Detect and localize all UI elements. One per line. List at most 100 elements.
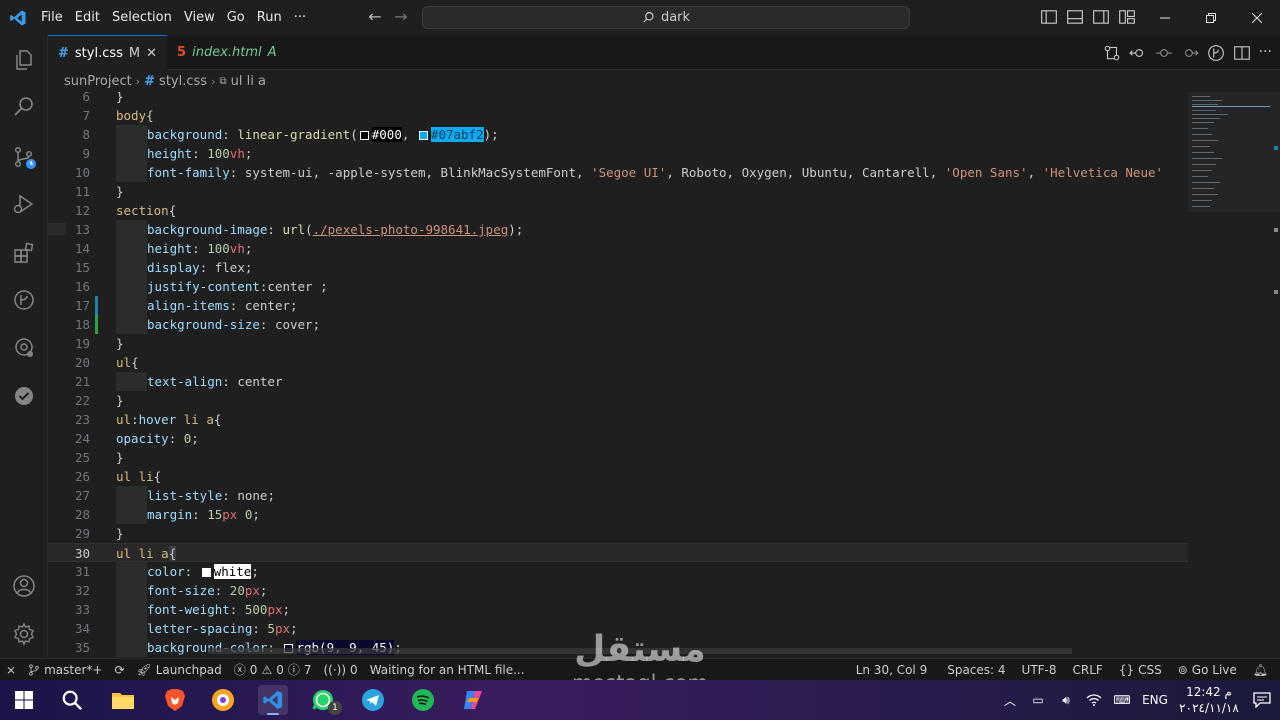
code-line-27[interactable]: 27 list-style: none; bbox=[48, 486, 1188, 505]
timeline-back-icon[interactable] bbox=[1128, 44, 1147, 62]
code-line-13[interactable]: 13 background-image: url(./pexels-photo-9… bbox=[48, 220, 1188, 239]
code-line-23[interactable]: 23 ul:hover li a{ bbox=[48, 410, 1188, 429]
arrow-right-icon[interactable]: → bbox=[391, 8, 411, 28]
code-line-7[interactable]: 7 body{ bbox=[48, 106, 1188, 125]
wifi-icon[interactable] bbox=[1080, 680, 1108, 720]
toggle-panel-icon[interactable] bbox=[1066, 8, 1084, 26]
keyboard-icon[interactable]: ⌨ bbox=[1108, 680, 1136, 720]
extensions-icon[interactable] bbox=[12, 241, 36, 265]
code-line-10[interactable]: 10 font-family: system-ui, -apple-system,… bbox=[48, 163, 1188, 182]
toggle-primary-sidebar-icon[interactable] bbox=[1040, 8, 1058, 26]
remote-indicator[interactable]: ⨯ bbox=[0, 663, 22, 677]
git-lens-icon[interactable] bbox=[1207, 44, 1225, 62]
menu-run[interactable]: Run bbox=[251, 0, 288, 35]
code-line-15[interactable]: 15 display: flex; bbox=[48, 258, 1188, 277]
timeline-forward-icon[interactable] bbox=[1181, 44, 1199, 62]
brave-app[interactable] bbox=[160, 685, 190, 715]
explorer-icon[interactable] bbox=[12, 48, 36, 72]
code-line-29[interactable]: 29} bbox=[48, 524, 1188, 543]
menu-selection[interactable]: Selection bbox=[106, 0, 178, 35]
code-line-25[interactable]: 25} bbox=[48, 448, 1188, 467]
minimap-slider[interactable] bbox=[1188, 92, 1280, 212]
remote-explorer-icon[interactable] bbox=[12, 336, 36, 360]
encoding[interactable]: UTF-8 bbox=[1016, 663, 1063, 677]
battery-icon[interactable]: ▭ bbox=[1024, 680, 1052, 720]
code-line-9[interactable]: 9 height: 100vh; bbox=[48, 144, 1188, 163]
code-line-24[interactable]: 24 opacity: 0; bbox=[48, 429, 1188, 448]
tab-index-html[interactable]: 5 index.html A bbox=[167, 35, 287, 70]
clock[interactable]: 12:42 م ٢٠٢٤/١١/١٨ bbox=[1174, 684, 1244, 716]
code-line-26[interactable]: 26 ul li{ bbox=[48, 467, 1188, 486]
code-line-20[interactable]: 20 ul{ bbox=[48, 353, 1188, 372]
close-window-button[interactable] bbox=[1234, 0, 1280, 35]
cursor-position[interactable]: Ln 30, Col 9 bbox=[850, 663, 934, 677]
git-graph-icon[interactable] bbox=[12, 288, 36, 312]
code-editor[interactable]: 6} 7 body{ 8 background: linear-gradient(#… bbox=[48, 92, 1188, 658]
split-editor-icon[interactable] bbox=[1233, 44, 1251, 62]
customize-layout-icon[interactable] bbox=[1118, 8, 1136, 26]
color-swatch[interactable] bbox=[201, 568, 211, 577]
code-line-22[interactable]: 22} bbox=[48, 391, 1188, 410]
menu-go[interactable]: Go bbox=[221, 0, 251, 35]
code-line-11[interactable]: 11} bbox=[48, 182, 1188, 201]
branch-indicator[interactable]: master*+ bbox=[22, 663, 108, 677]
vscode-app[interactable] bbox=[258, 685, 288, 715]
search-button[interactable] bbox=[57, 685, 87, 715]
code-line-16[interactable]: 16 justify-content:center ; bbox=[48, 277, 1188, 296]
speaker-icon[interactable]: 🔊︎ bbox=[1052, 680, 1080, 720]
breadcrumb-folder[interactable]: sunProject bbox=[64, 74, 132, 89]
breadcrumb-file[interactable]: styl.css bbox=[159, 74, 207, 89]
code-line-8[interactable]: 8 background: linear-gradient(#000, #07ab… bbox=[48, 125, 1188, 144]
menu-view[interactable]: View bbox=[178, 0, 221, 35]
more-actions-icon[interactable]: ··· bbox=[1259, 44, 1272, 62]
sync-button[interactable]: ⟳ bbox=[108, 663, 130, 677]
tab-styl-css[interactable]: # styl.css M ✕ bbox=[48, 35, 168, 70]
notification-center-icon[interactable] bbox=[1244, 680, 1280, 720]
command-center-search[interactable]: dark bbox=[422, 6, 910, 29]
url-link[interactable]: ./pexels-photo-998641.jpeg bbox=[313, 222, 509, 237]
file-explorer-app[interactable] bbox=[108, 685, 138, 715]
go-live-button[interactable]: ⊚ Go Live bbox=[1172, 663, 1243, 677]
problems-indicator[interactable]: ⓧ 0 ⚠ 0 ⓘ 7 bbox=[228, 661, 318, 678]
telegram-app[interactable] bbox=[358, 685, 388, 715]
settings-gear-icon[interactable] bbox=[12, 622, 36, 646]
code-line-17[interactable]: 17 align-items: center; bbox=[48, 296, 1188, 315]
whatsapp-app[interactable]: 1 bbox=[308, 685, 342, 715]
breadcrumb-symbol[interactable]: ul li a bbox=[231, 74, 266, 89]
code-line-19[interactable]: 19} bbox=[48, 334, 1188, 353]
code-line-28[interactable]: 28 margin: 15px 0; bbox=[48, 505, 1188, 524]
code-line-31[interactable]: 31 color: white; bbox=[48, 562, 1188, 581]
color-swatch[interactable] bbox=[359, 131, 369, 140]
input-language[interactable]: ENG bbox=[1136, 680, 1174, 720]
arrow-left-icon[interactable]: ← bbox=[365, 8, 385, 28]
close-icon[interactable]: ✕ bbox=[146, 46, 157, 61]
search-icon[interactable] bbox=[12, 95, 36, 119]
horizontal-scrollbar[interactable] bbox=[208, 648, 1072, 654]
color-swatch[interactable] bbox=[418, 131, 428, 140]
menu-file[interactable]: File bbox=[35, 0, 69, 35]
menu-more[interactable]: ··· bbox=[288, 0, 312, 35]
restore-button[interactable] bbox=[1188, 0, 1234, 35]
spotify-app[interactable] bbox=[408, 685, 438, 715]
code-line-34[interactable]: 34 letter-spacing: 5px; bbox=[48, 619, 1188, 638]
notifications-button[interactable]: 🔔︎ bbox=[1247, 663, 1274, 677]
testing-check-icon[interactable] bbox=[12, 384, 36, 408]
menu-edit[interactable]: Edit bbox=[69, 0, 106, 35]
indentation[interactable]: Spaces: 4 bbox=[941, 663, 1011, 677]
code-line-14[interactable]: 14 height: 100vh; bbox=[48, 239, 1188, 258]
ports-indicator[interactable]: ((·)) 0 bbox=[318, 663, 364, 677]
language-mode[interactable]: {} CSS bbox=[1113, 663, 1168, 677]
run-debug-icon[interactable] bbox=[12, 192, 36, 216]
code-line-6[interactable]: 6} bbox=[48, 92, 1188, 106]
launchpad-button[interactable]: 🚀︎ Launchpad bbox=[131, 663, 228, 677]
timeline-icon[interactable] bbox=[1155, 44, 1173, 62]
end-of-line[interactable]: CRLF bbox=[1067, 663, 1109, 677]
minimize-button[interactable] bbox=[1142, 0, 1188, 35]
code-line-12[interactable]: 12 section{ bbox=[48, 201, 1188, 220]
code-line-21[interactable]: 21 text-align: center bbox=[48, 372, 1188, 391]
code-line-30-current[interactable]: 30 ul li a{ bbox=[48, 543, 1188, 562]
chevron-up-icon[interactable]: ︿ bbox=[996, 680, 1024, 720]
source-control-icon[interactable] bbox=[12, 145, 36, 169]
code-line-18[interactable]: 18 background-size: cover; bbox=[48, 315, 1188, 334]
code-line-33[interactable]: 33 font-weight: 500px; bbox=[48, 600, 1188, 619]
